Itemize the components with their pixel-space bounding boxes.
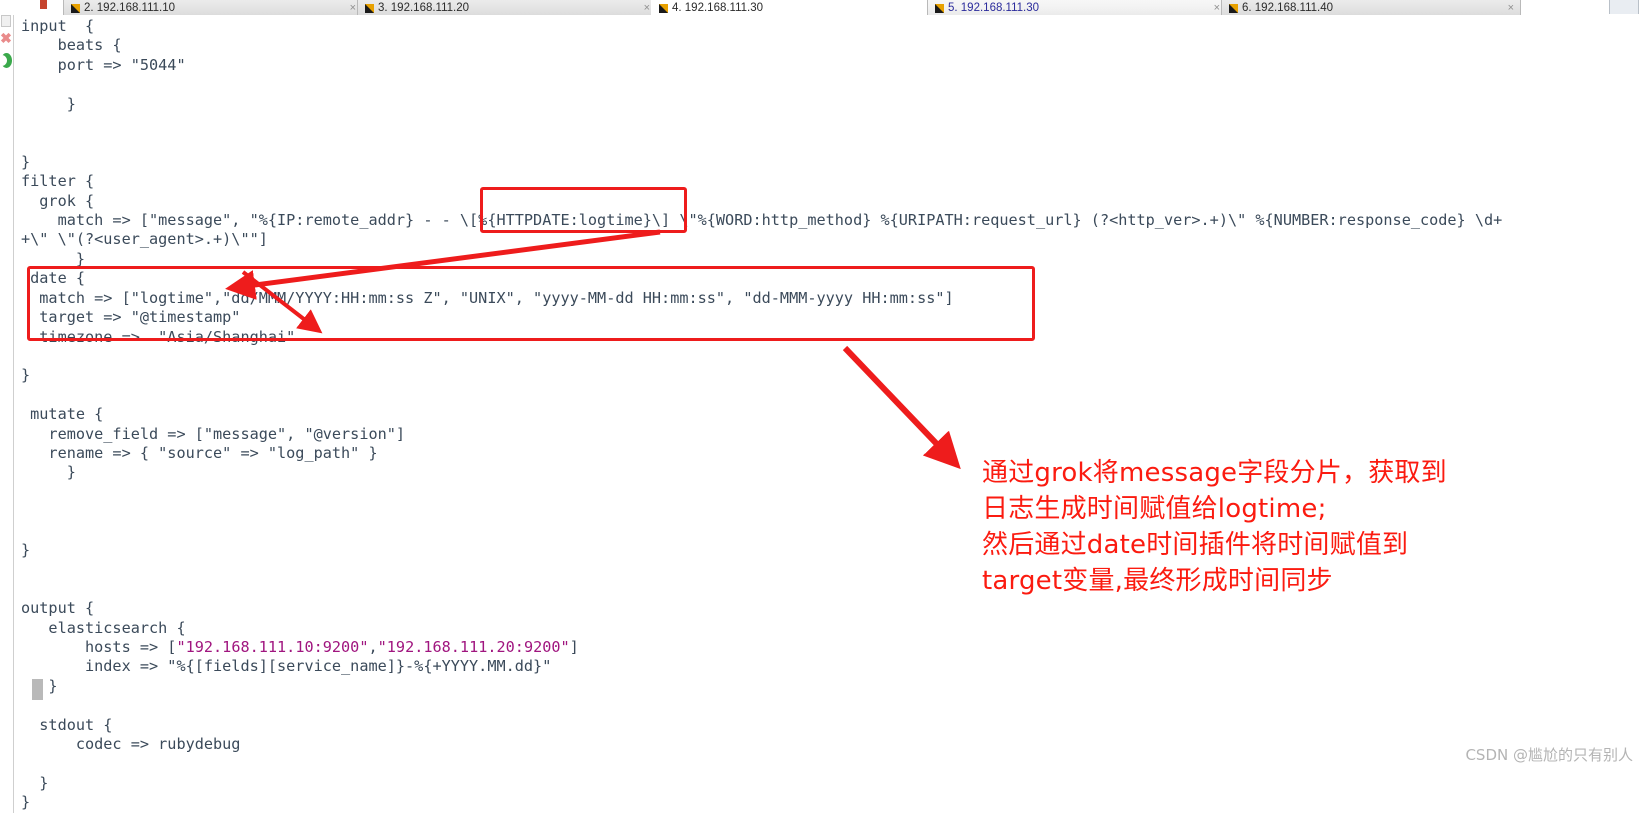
annotation-box-grok-logtime: [480, 187, 687, 233]
logstash-config-code[interactable]: input { beats { port => "5044" } } filte…: [21, 17, 1502, 813]
csdn-watermark: CSDN @尴尬的只有别人: [1465, 746, 1633, 764]
close-icon[interactable]: ×: [634, 3, 650, 14]
tab-session-1[interactable]: 2. 192.168.111.10 ×: [63, 0, 363, 15]
tab-label: 2. 192.168.111.10: [84, 2, 176, 14]
terminal-icon: [659, 4, 668, 13]
session-indicator-icon: [40, 0, 47, 9]
tab-label: 5. 192.168.111.30: [948, 2, 1040, 14]
terminal-icon: [935, 4, 944, 13]
terminal-icon: [1229, 4, 1238, 13]
terminal-icon: [71, 4, 80, 13]
annotation-box-date-filter: [27, 266, 1035, 341]
terminal-tab-bar: 2. 192.168.111.10 × 3. 192.168.111.20 × …: [0, 0, 1647, 15]
editor-left-rail: ✖: [0, 15, 14, 813]
tab-label: 3. 192.168.111.20: [378, 2, 470, 14]
text-cursor: [32, 679, 43, 700]
scrollbar-thumb[interactable]: [1, 15, 11, 27]
tab-label: 4. 192.168.111.30: [672, 2, 764, 14]
tab-label: 6. 192.168.111.40: [1242, 2, 1334, 14]
code-editor-pane[interactable]: input { beats { port => "5044" } } filte…: [14, 15, 1647, 813]
close-icon[interactable]: ×: [340, 3, 356, 14]
tab-session-2[interactable]: 3. 192.168.111.20 ×: [357, 0, 657, 15]
status-ok-icon: [1, 53, 12, 68]
terminal-icon: [365, 4, 374, 13]
new-tab-button[interactable]: [1609, 0, 1639, 14]
tab-session-5[interactable]: 6. 192.168.111.40 ×: [1221, 0, 1521, 15]
tab-session-3[interactable]: 4. 192.168.111.30: [651, 0, 951, 15]
close-icon[interactable]: ×: [1498, 3, 1514, 14]
error-marker-icon: ✖: [0, 30, 12, 46]
tab-session-4-active[interactable]: 5. 192.168.111.30 ×: [927, 0, 1227, 15]
close-icon[interactable]: ×: [1204, 3, 1220, 14]
explanation-note: 通过grok将message字段分片，获取到 日志生成时间赋值给logtime;…: [982, 458, 1447, 596]
